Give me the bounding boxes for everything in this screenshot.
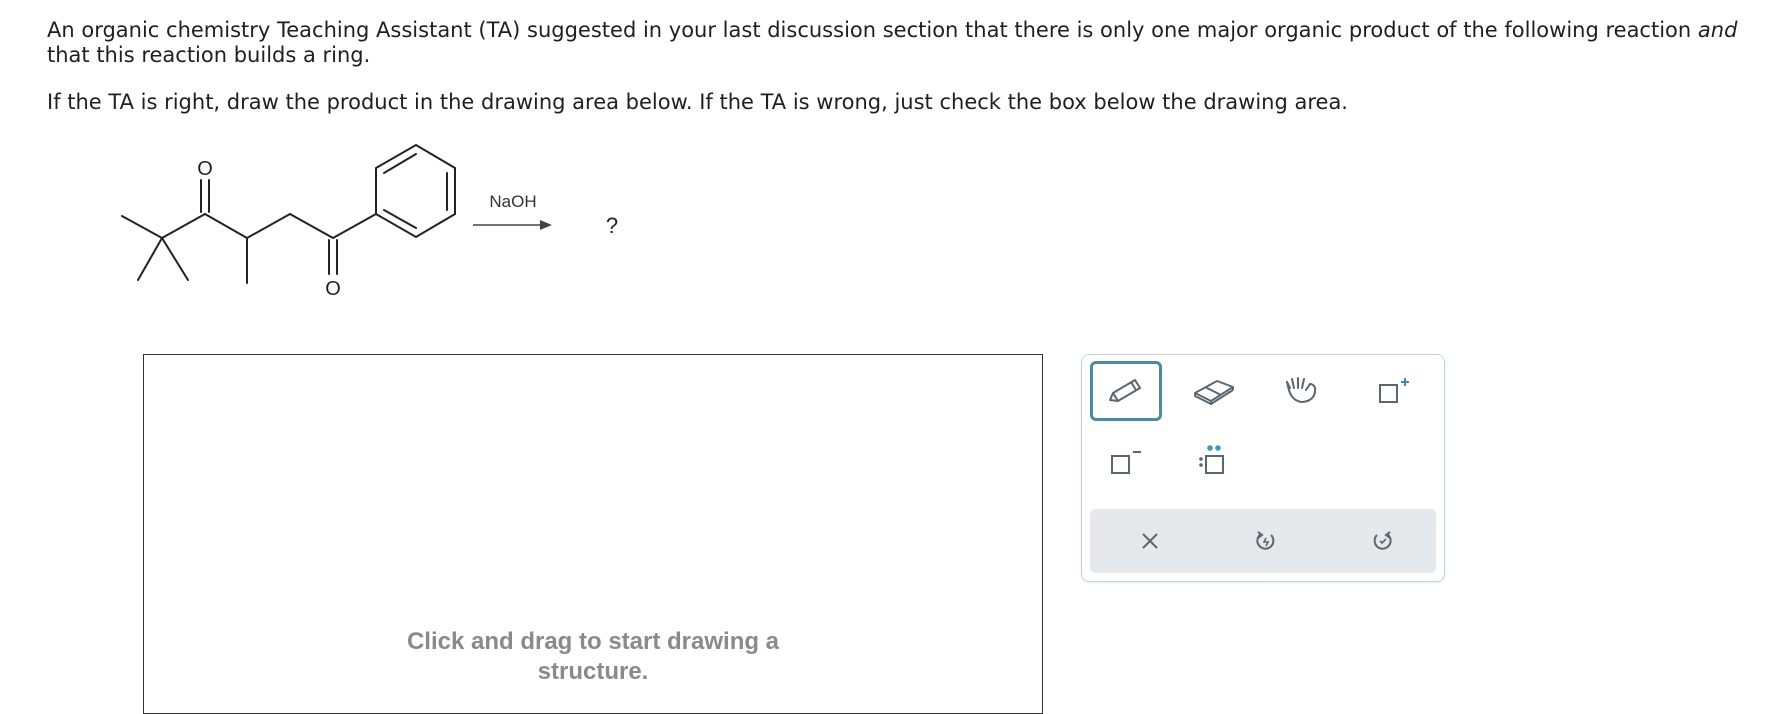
clear-button[interactable] xyxy=(1114,511,1186,571)
add-negative-charge-tool[interactable] xyxy=(1090,431,1162,491)
canvas-hint: Click and drag to start drawing a struct… xyxy=(406,628,780,685)
product-placeholder: ? xyxy=(606,213,618,238)
reaction-scheme: O O NaOH ? xyxy=(100,140,700,310)
reaction-arrow xyxy=(473,220,552,230)
hand-icon xyxy=(1286,377,1317,403)
add-lone-pair-tool[interactable] xyxy=(1178,431,1250,491)
oxygen-atom-label: O xyxy=(325,278,341,300)
question-text: An organic chemistry Teaching Assistant … xyxy=(47,18,1767,137)
drawing-toolbar xyxy=(1081,354,1445,582)
starting-material-skeleton xyxy=(121,143,456,284)
question-paragraph-1: An organic chemistry Teaching Assistant … xyxy=(47,18,1767,68)
lone-pair-icon xyxy=(1199,445,1224,474)
eraser-icon xyxy=(1194,380,1234,405)
reaction-structure: O O NaOH ? xyxy=(121,143,618,300)
pencil-icon xyxy=(1109,379,1141,402)
negative-charge-icon xyxy=(1111,451,1141,474)
positive-charge-icon xyxy=(1379,378,1409,403)
question-text-part: that this reaction builds a ring. xyxy=(47,43,371,67)
question-text-part: An organic chemistry Teaching Assistant … xyxy=(47,18,1698,42)
eraser-tool[interactable] xyxy=(1178,361,1250,421)
redo-icon xyxy=(1373,531,1392,550)
question-emphasis: and xyxy=(1697,18,1738,42)
oxygen-atom-label: O xyxy=(197,158,213,180)
drawing-canvas[interactable]: Click and drag to start drawing a struct… xyxy=(143,354,1043,714)
close-icon xyxy=(1142,533,1158,549)
action-bar xyxy=(1090,509,1436,573)
undo-button[interactable] xyxy=(1230,511,1302,571)
hand-tool[interactable] xyxy=(1266,361,1338,421)
reagent-label: NaOH xyxy=(489,192,536,211)
question-paragraph-2: If the TA is right, draw the product in … xyxy=(47,90,1348,114)
redo-button[interactable] xyxy=(1346,511,1418,571)
pencil-tool[interactable] xyxy=(1090,361,1162,421)
add-positive-charge-tool[interactable] xyxy=(1358,361,1430,421)
undo-icon xyxy=(1256,531,1275,550)
